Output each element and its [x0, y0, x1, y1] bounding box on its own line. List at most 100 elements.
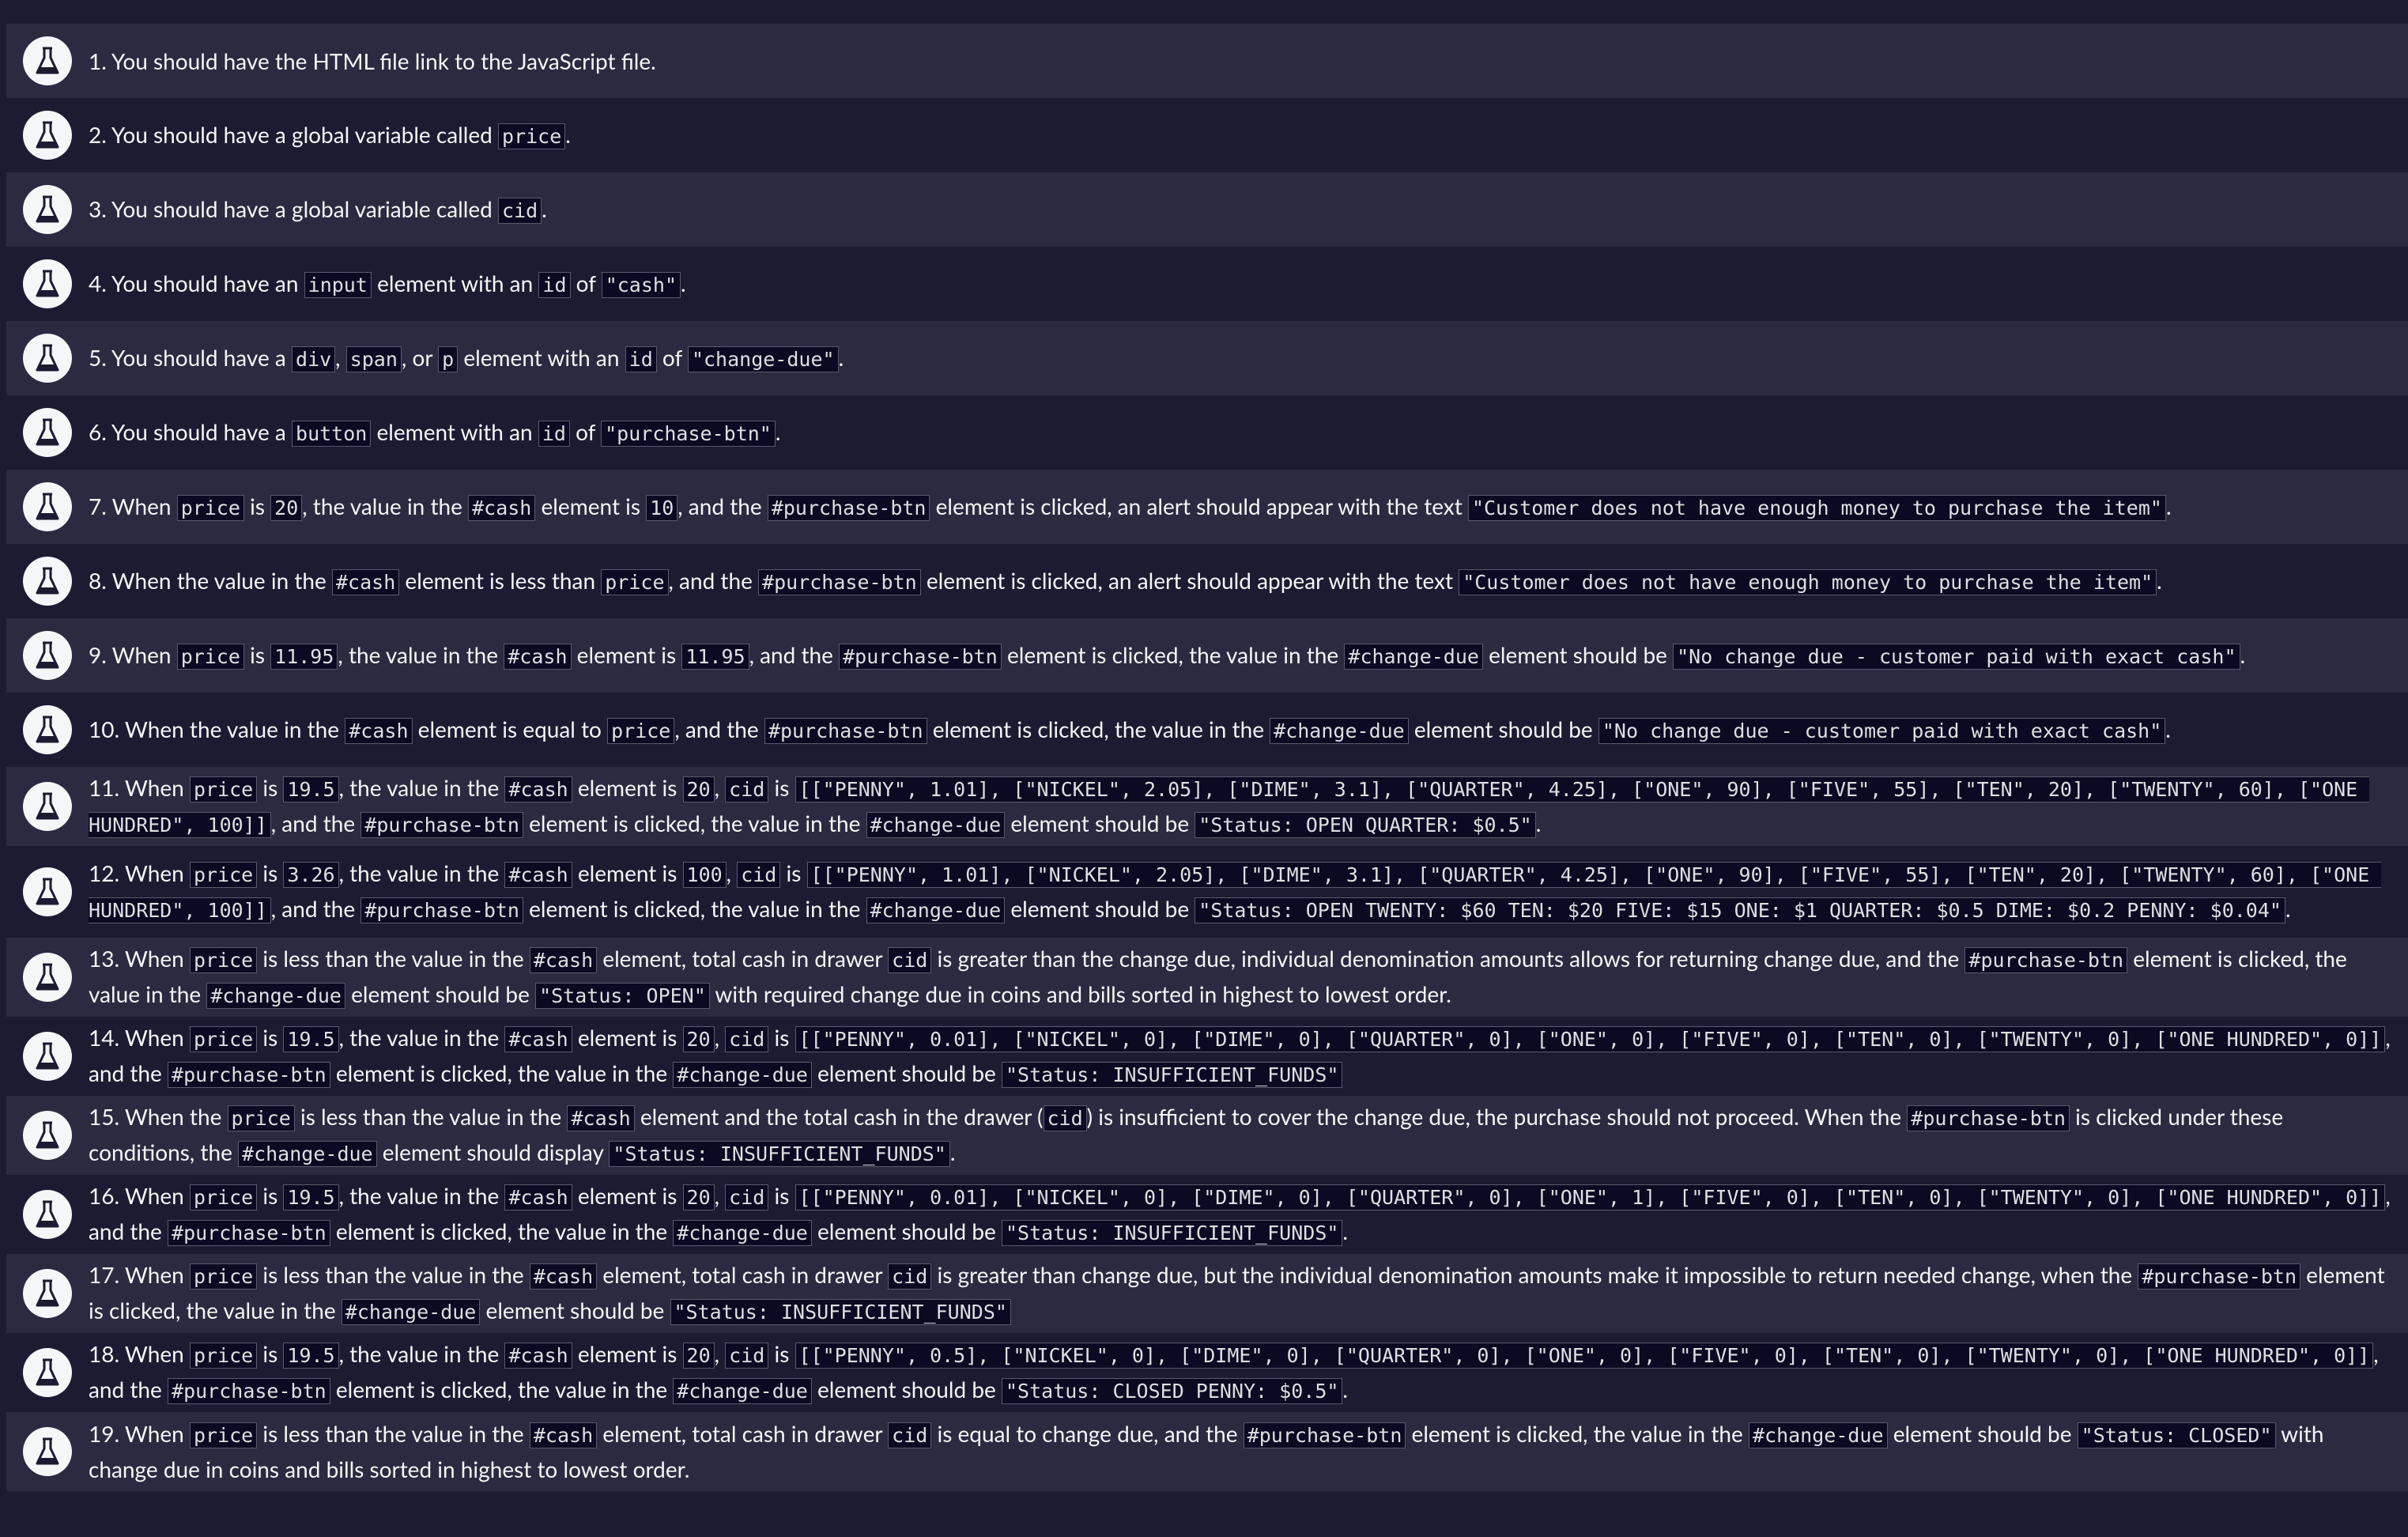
test-text-segment: 2. You should have a global variable cal…: [89, 120, 499, 148]
test-flask-icon: [23, 482, 72, 531]
test-description: 7. When price is 20, the value in the #c…: [89, 489, 2408, 525]
test-text-segment: 3. You should have a global variable cal…: [89, 194, 499, 222]
test-text-segment: element, total cash in drawer: [597, 945, 889, 972]
inline-code: button: [292, 420, 372, 447]
inline-code: "No change due - customer paid with exac…: [1598, 717, 2166, 744]
test-description: 6. You should have a button element with…: [89, 415, 2408, 451]
test-text-segment: element should be: [1887, 1420, 2078, 1447]
inline-code: cid: [888, 1422, 932, 1448]
test-text-segment: element and the total cash in the drawer…: [634, 1103, 1044, 1130]
test-text-segment: , and the: [674, 715, 764, 742]
test-text-segment: element is clicked, an alert should appe…: [930, 492, 1468, 519]
test-text-segment: 6. You should have a: [89, 417, 293, 445]
test-item: 10. When the value in the #cash element …: [6, 693, 2408, 767]
test-text-segment: element is equal to: [412, 715, 608, 742]
test-text-segment: is: [768, 1340, 795, 1367]
inline-code: price: [189, 947, 258, 973]
inline-code: #cash: [504, 643, 572, 670]
test-text-segment: element should be: [345, 980, 536, 1007]
test-item: 18. When price is 19.5, the value in the…: [6, 1333, 2408, 1412]
test-text-segment: 9. When: [89, 640, 177, 668]
inline-code: price: [607, 717, 675, 744]
test-text-segment: .: [2157, 566, 2162, 594]
inline-code: price: [189, 862, 258, 888]
inline-code: "Status: INSUFFICIENT_FUNDS": [670, 1299, 1011, 1325]
inline-code: "Status: OPEN": [535, 983, 710, 1009]
test-status: [6, 111, 89, 160]
inline-code: #change-due: [206, 983, 345, 1009]
test-flask-icon: [23, 185, 72, 234]
test-flask-icon: [23, 557, 72, 606]
inline-code: #change-due: [341, 1299, 481, 1325]
test-text-segment: of: [569, 417, 602, 445]
test-text-segment: element with an: [371, 269, 539, 296]
test-flask-icon: [23, 867, 72, 916]
test-text-segment: 7. When: [89, 492, 177, 519]
test-text-segment: is: [768, 1024, 795, 1051]
inline-code: price: [189, 776, 258, 802]
inline-code: cid: [725, 1184, 769, 1210]
test-text-segment: element should be: [1005, 810, 1195, 836]
test-flask-icon: [23, 1190, 72, 1239]
inline-code: 11.95: [270, 643, 338, 670]
test-status: [6, 334, 89, 383]
test-text-segment: 13. When: [89, 945, 190, 972]
test-text-segment: element is clicked, the value in the: [330, 1376, 674, 1403]
test-status: [6, 1269, 89, 1318]
test-text-segment: 15. When the: [89, 1103, 228, 1130]
test-text-segment: element is: [571, 640, 682, 668]
test-flask-icon: [23, 782, 72, 831]
inline-code: price: [189, 1343, 258, 1369]
inline-code: #change-due: [673, 1220, 812, 1246]
inline-code: [["PENNY", 0.01], ["NICKEL", 0], ["DIME"…: [794, 1026, 2386, 1052]
test-status: [6, 631, 89, 680]
inline-code: #change-due: [1270, 717, 1409, 744]
test-text-segment: element with an: [371, 417, 538, 445]
test-status: [6, 953, 89, 1002]
test-status: [6, 782, 89, 831]
test-item: 5. You should have a div, span, or p ele…: [6, 321, 2408, 395]
test-text-segment: element is clicked, the value in the: [523, 895, 866, 922]
test-list: 1. You should have the HTML file link to…: [0, 0, 2408, 1491]
test-text-segment: , the value in the: [338, 1024, 505, 1051]
inline-code: #purchase-btn: [1907, 1105, 2070, 1131]
test-description: 13. When price is less than the value in…: [89, 942, 2408, 1013]
test-text-segment: .: [542, 194, 547, 222]
test-flask-icon: [23, 1111, 72, 1160]
inline-code: #cash: [345, 717, 413, 744]
test-text-segment: element is clicked, the value in the: [330, 1059, 674, 1086]
test-flask-icon: [23, 334, 72, 383]
test-text-segment: is: [780, 859, 807, 886]
inline-code: p: [438, 346, 459, 372]
inline-code: #cash: [504, 776, 572, 802]
test-text-segment: is equal to change due, and the: [931, 1420, 1244, 1447]
inline-code: #purchase-btn: [1965, 947, 2128, 973]
inline-code: 20: [682, 1184, 715, 1210]
inline-code: input: [304, 271, 372, 298]
inline-code: #change-due: [866, 897, 1006, 923]
inline-code: #change-due: [1748, 1422, 1888, 1448]
test-status: [6, 867, 89, 916]
test-text-segment: ,: [714, 1182, 726, 1209]
inline-code: id: [538, 271, 571, 298]
test-item: 15. When the price is less than the valu…: [6, 1096, 2408, 1175]
test-status: [6, 1190, 89, 1239]
test-text-segment: is: [243, 492, 271, 519]
inline-code: id: [625, 346, 657, 372]
test-text-segment: 14. When: [89, 1024, 190, 1051]
test-item: 12. When price is 3.26, the value in the…: [6, 846, 2408, 938]
test-text-segment: , the value in the: [302, 492, 469, 519]
inline-code: #purchase-btn: [168, 1378, 330, 1404]
inline-code: price: [176, 494, 244, 521]
inline-code: "cash": [601, 271, 681, 298]
test-text-segment: element should be: [811, 1218, 1002, 1244]
inline-code: #purchase-btn: [764, 717, 927, 744]
inline-code: #change-due: [673, 1378, 812, 1404]
inline-code: cid: [1043, 1105, 1087, 1131]
inline-code: price: [189, 1184, 258, 1210]
test-item: 17. When price is less than the value in…: [6, 1254, 2408, 1333]
test-text-segment: element should be: [811, 1376, 1002, 1403]
test-text-segment: , and the: [749, 640, 840, 668]
test-text-segment: is: [257, 1182, 284, 1209]
inline-code: price: [189, 1422, 258, 1448]
